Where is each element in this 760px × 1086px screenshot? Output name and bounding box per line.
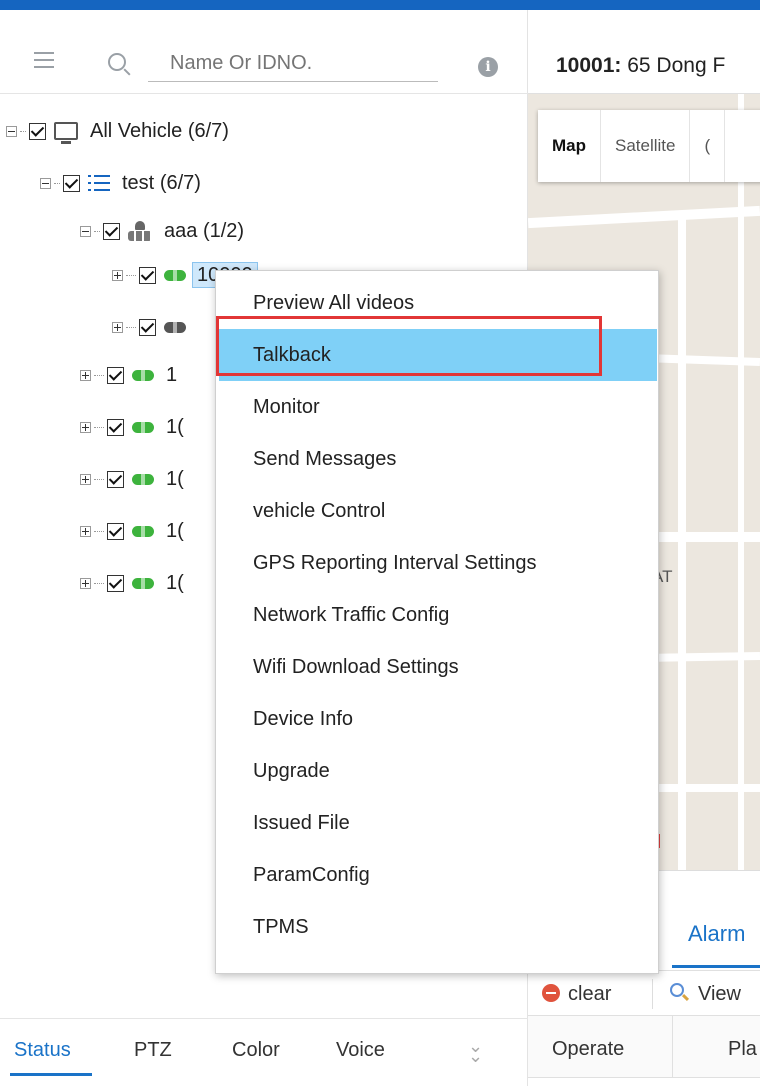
column-operate: Operate bbox=[552, 1038, 625, 1060]
expand-icon[interactable] bbox=[112, 269, 123, 281]
node-label: 1( bbox=[166, 519, 184, 542]
menu-item-tpms[interactable]: TPMS bbox=[219, 901, 657, 953]
tab-ptz[interactable]: PTZ bbox=[134, 1039, 172, 1062]
alarm-table-header: Operate Pla bbox=[528, 1016, 760, 1078]
car-offline-icon bbox=[164, 321, 186, 333]
active-tab-indicator bbox=[672, 965, 760, 968]
car-online-icon bbox=[132, 577, 154, 589]
tab-status[interactable]: Status bbox=[14, 1039, 71, 1062]
map-road bbox=[678, 214, 686, 870]
tree-node-aaa[interactable]: aaa (1/2) bbox=[80, 218, 244, 244]
collapse-icon[interactable] bbox=[6, 125, 17, 137]
clear-icon[interactable] bbox=[542, 984, 560, 1002]
checkbox-vehicle[interactable] bbox=[107, 470, 124, 488]
node-label: aaa bbox=[164, 219, 198, 242]
tree-node-vehicle[interactable]: 1( bbox=[80, 466, 184, 492]
expand-icon[interactable] bbox=[112, 321, 123, 333]
vehicle-id: 10001: bbox=[556, 54, 622, 77]
menu-item-param-config[interactable]: ParamConfig bbox=[219, 849, 657, 901]
menu-item-network-traffic-config[interactable]: Network Traffic Config bbox=[219, 589, 657, 641]
expand-icon[interactable] bbox=[80, 369, 91, 381]
list-group-icon bbox=[88, 175, 110, 191]
car-online-icon bbox=[132, 473, 154, 485]
tree-node-vehicle[interactable]: 1( bbox=[80, 570, 184, 596]
alarm-toolbar: clear View bbox=[528, 970, 760, 1016]
car-online-icon bbox=[132, 421, 154, 433]
menu-item-vehicle-control[interactable]: vehicle Control bbox=[219, 485, 657, 537]
vehicle-location: 65 Dong F bbox=[627, 54, 726, 77]
tab-alarm[interactable]: Alarm bbox=[688, 921, 745, 947]
checkbox-vehicle[interactable] bbox=[107, 574, 124, 592]
expand-icon[interactable] bbox=[80, 473, 91, 485]
checkbox-test[interactable] bbox=[63, 174, 80, 192]
node-label: test bbox=[122, 171, 155, 194]
node-count: (6/7) bbox=[187, 119, 229, 142]
expand-icon[interactable] bbox=[80, 577, 91, 589]
vehicle-title: 10001: 65 Dong F bbox=[556, 54, 725, 78]
car-online-icon bbox=[164, 269, 186, 281]
search-icon[interactable] bbox=[108, 53, 126, 71]
map-type-control: Map Satellite ( bbox=[538, 110, 760, 182]
context-menu: Preview All videos Talkback Monitor Send… bbox=[215, 270, 659, 974]
checkbox-aaa[interactable] bbox=[103, 222, 120, 240]
menu-item-wifi-download-settings[interactable]: Wifi Download Settings bbox=[219, 641, 657, 693]
checkbox-vehicle[interactable] bbox=[107, 366, 124, 384]
double-chevron-down-icon[interactable]: ⌄ ⌄ bbox=[468, 1037, 483, 1065]
monitor-icon bbox=[54, 122, 78, 144]
magnifier-icon[interactable] bbox=[670, 983, 684, 997]
bottom-tab-bar: Status PTZ Color Voice ⌄ ⌄ bbox=[0, 1018, 528, 1078]
map-type-map-button[interactable]: Map bbox=[538, 110, 601, 182]
map-type-third-button[interactable]: ( bbox=[690, 110, 726, 182]
node-count: (1/2) bbox=[202, 219, 245, 242]
menu-item-device-info[interactable]: Device Info bbox=[219, 693, 657, 745]
tree-node-vehicle[interactable]: 1( bbox=[80, 414, 184, 440]
node-label: 1 bbox=[166, 363, 178, 386]
collapse-icon[interactable] bbox=[40, 177, 51, 189]
node-count: (6/7) bbox=[159, 171, 201, 194]
top-bar bbox=[0, 0, 760, 10]
car-online-icon bbox=[132, 525, 154, 537]
list-icon[interactable] bbox=[34, 52, 54, 68]
active-tab-indicator bbox=[10, 1073, 92, 1076]
column-divider bbox=[672, 1016, 673, 1078]
column-plate: Pla bbox=[728, 1038, 757, 1060]
tree-node-test[interactable]: test (6/7) bbox=[40, 170, 201, 196]
checkbox-vehicle[interactable] bbox=[107, 418, 124, 436]
expand-icon[interactable] bbox=[80, 525, 91, 537]
node-label: 1( bbox=[166, 467, 184, 490]
map-type-satellite-button[interactable]: Satellite bbox=[601, 110, 691, 182]
search-row: i bbox=[0, 10, 528, 94]
menu-item-monitor[interactable]: Monitor bbox=[219, 381, 657, 433]
menu-item-upgrade[interactable]: Upgrade bbox=[219, 745, 657, 797]
menu-item-issued-file[interactable]: Issued File bbox=[219, 797, 657, 849]
clear-button[interactable]: clear bbox=[568, 983, 611, 1006]
collapse-icon[interactable] bbox=[80, 225, 91, 237]
highlight-annotation-box bbox=[216, 316, 602, 376]
tab-color[interactable]: Color bbox=[232, 1039, 280, 1062]
expand-icon[interactable] bbox=[80, 421, 91, 433]
info-icon[interactable]: i bbox=[478, 57, 498, 77]
node-label: 1( bbox=[166, 415, 184, 438]
tree-node-vehicle[interactable] bbox=[112, 314, 198, 340]
group-icon bbox=[128, 221, 152, 241]
tree-node-vehicle[interactable]: 1 bbox=[80, 362, 177, 388]
map-road bbox=[528, 205, 760, 229]
toolbar-divider bbox=[652, 979, 653, 1009]
node-label: All Vehicle bbox=[90, 119, 183, 142]
checkbox-vehicle[interactable] bbox=[107, 522, 124, 540]
menu-item-gps-reporting-interval[interactable]: GPS Reporting Interval Settings bbox=[219, 537, 657, 589]
map-road bbox=[738, 94, 744, 870]
tab-voice[interactable]: Voice bbox=[336, 1039, 385, 1062]
tree-node-vehicle[interactable]: 1( bbox=[80, 518, 184, 544]
node-label: 1( bbox=[166, 571, 184, 594]
checkbox-all-vehicle[interactable] bbox=[29, 122, 46, 140]
checkbox-vehicle[interactable] bbox=[139, 266, 156, 284]
search-input[interactable] bbox=[148, 46, 438, 82]
checkbox-vehicle[interactable] bbox=[139, 318, 156, 336]
tree-node-all-vehicle[interactable]: All Vehicle (6/7) bbox=[6, 118, 229, 144]
view-button[interactable]: View bbox=[698, 983, 741, 1006]
vehicle-header: 10001: 65 Dong F bbox=[528, 10, 760, 94]
menu-item-send-messages[interactable]: Send Messages bbox=[219, 433, 657, 485]
car-online-icon bbox=[132, 369, 154, 381]
